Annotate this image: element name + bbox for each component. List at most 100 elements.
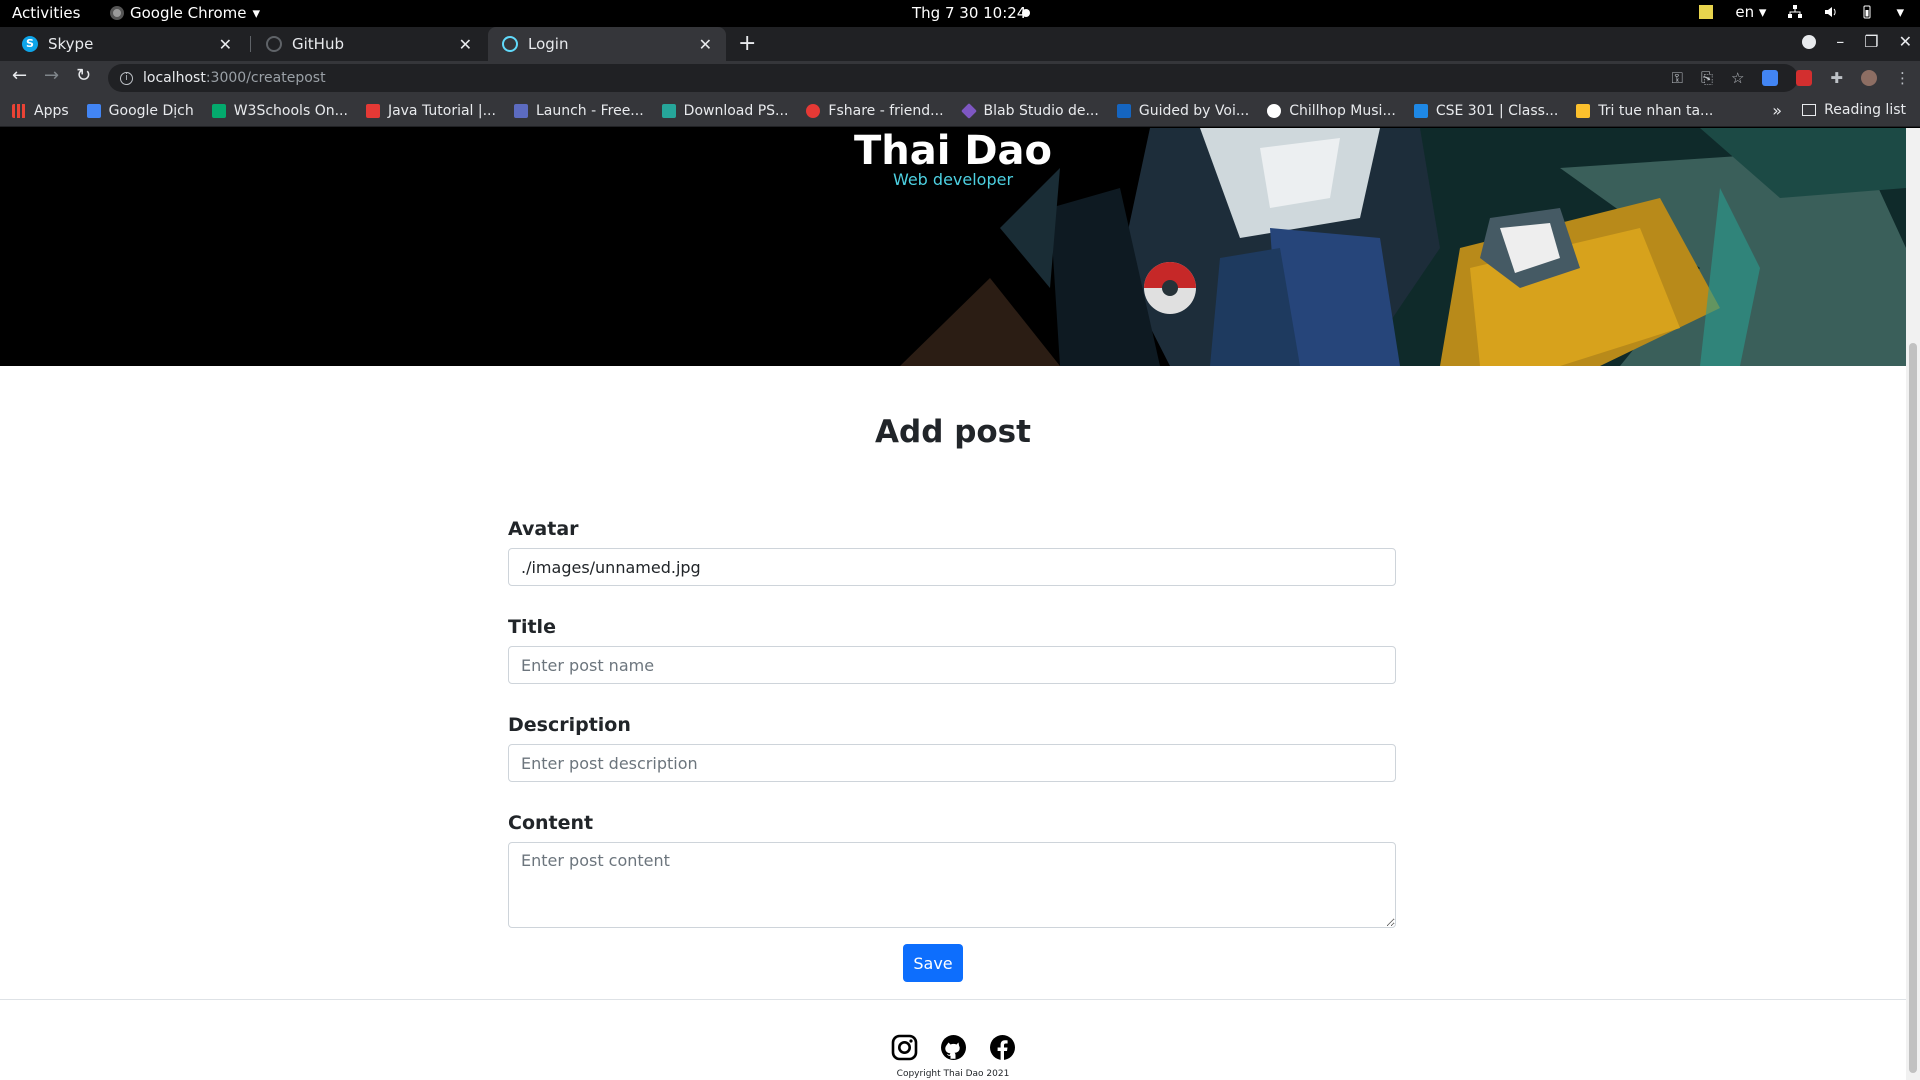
avatar-label: Avatar bbox=[508, 518, 579, 540]
instagram-icon[interactable] bbox=[891, 1034, 918, 1061]
bookmark-label: Download PS... bbox=[683, 102, 789, 119]
bookmark-guided-by-voices[interactable]: Guided by Voi... bbox=[1116, 102, 1250, 119]
bookmark-cse-301[interactable]: CSE 301 | Class... bbox=[1413, 102, 1559, 119]
new-tab-plus-icon[interactable]: + bbox=[738, 31, 756, 56]
chevron-double-right-icon[interactable]: » bbox=[1772, 101, 1782, 120]
reload-icon[interactable]: ↻ bbox=[76, 65, 91, 86]
reading-list-label: Reading list bbox=[1824, 102, 1906, 118]
footer-divider bbox=[0, 999, 1906, 1000]
bookmark-tri-tue-nhan-tao[interactable]: Tri tue nhan ta... bbox=[1576, 103, 1713, 119]
tab-strip: S Skype ✕ GitHub ✕ Login ✕ + – ❐ ✕ bbox=[0, 27, 1920, 61]
bookmark-label: Guided by Voi... bbox=[1138, 102, 1250, 119]
guided-icon bbox=[1116, 103, 1131, 118]
bookmark-label: Blab Studio de... bbox=[983, 102, 1099, 119]
avatar-input[interactable] bbox=[508, 548, 1396, 586]
bookmark-fshare[interactable]: Fshare - friend... bbox=[806, 102, 944, 119]
system-menu-chevron-icon[interactable]: ▾ bbox=[1896, 3, 1904, 21]
address-host: localhost bbox=[143, 70, 206, 86]
description-label: Description bbox=[508, 714, 631, 736]
java-icon bbox=[365, 103, 380, 118]
kebab-menu-icon[interactable]: ⋮ bbox=[1895, 69, 1910, 87]
bookmark-label: CSE 301 | Class... bbox=[1435, 102, 1559, 119]
activities-button[interactable]: Activities bbox=[12, 4, 80, 22]
github-icon[interactable] bbox=[940, 1034, 967, 1061]
network-icon[interactable] bbox=[1788, 5, 1803, 19]
facebook-icon[interactable] bbox=[989, 1034, 1016, 1061]
system-top-bar: Activities Google Chrome ▾ Thg 7 30 10:2… bbox=[0, 0, 1920, 27]
back-arrow-icon[interactable]: ← bbox=[12, 65, 27, 86]
language-label: en bbox=[1735, 3, 1755, 21]
w3-icon bbox=[513, 103, 528, 118]
hero-role: Web developer bbox=[892, 170, 1014, 189]
blab-icon bbox=[960, 102, 977, 119]
address-bar[interactable]: i localhost:3000/createpost bbox=[108, 64, 1798, 92]
recording-indicator-icon bbox=[1022, 9, 1030, 17]
bookmark-label: Chillhop Musi... bbox=[1289, 102, 1396, 119]
extension-red-icon[interactable] bbox=[1796, 70, 1813, 86]
key-icon[interactable]: ⚿ bbox=[1672, 69, 1683, 87]
toolbar-actions: ⚿ ⎘ ☆ ✚ ⋮ bbox=[1672, 69, 1910, 87]
window-controls: – ❐ ✕ bbox=[1802, 32, 1912, 51]
content-textarea[interactable] bbox=[508, 842, 1396, 928]
close-icon[interactable]: ✕ bbox=[459, 35, 472, 54]
google-translate-icon bbox=[86, 103, 101, 118]
cse-icon bbox=[1413, 103, 1428, 118]
bookmark-w3schools[interactable]: W3Schools On... bbox=[211, 102, 348, 119]
copyright-text: Copyright Thai Dao 2021 bbox=[896, 1069, 1010, 1079]
save-button[interactable]: Save bbox=[903, 944, 963, 982]
tab-title: Login bbox=[528, 35, 569, 53]
tab-login[interactable]: Login ✕ bbox=[488, 27, 726, 61]
bookmark-chillhop[interactable]: Chillhop Musi... bbox=[1267, 103, 1396, 119]
apps-grid-icon bbox=[12, 103, 26, 118]
tab-title: GitHub bbox=[292, 35, 344, 53]
bookmark-launch[interactable]: Launch - Free... bbox=[513, 103, 644, 119]
page-scrollbar[interactable] bbox=[1906, 128, 1920, 1080]
puzzle-extensions-icon[interactable]: ✚ bbox=[1830, 69, 1843, 87]
bookmark-google-dich[interactable]: Google Dịch bbox=[86, 103, 194, 119]
system-clock[interactable]: Thg 7 30 10:24 bbox=[912, 4, 1026, 22]
title-label: Title bbox=[508, 616, 556, 638]
reading-list-icon bbox=[1802, 104, 1817, 116]
sticky-note-icon[interactable] bbox=[1699, 5, 1714, 19]
hero-name: Thai Dao bbox=[853, 128, 1053, 174]
close-icon[interactable]: ✕ bbox=[699, 35, 712, 54]
tab-skype[interactable]: S Skype ✕ bbox=[8, 27, 246, 61]
chevron-down-icon: ▾ bbox=[252, 4, 261, 22]
social-links bbox=[0, 1034, 1906, 1061]
reading-list-button[interactable]: Reading list bbox=[1802, 102, 1906, 118]
close-window-icon[interactable]: ✕ bbox=[1899, 32, 1912, 51]
scrollbar-thumb[interactable] bbox=[1909, 343, 1917, 1073]
bookmark-java-tutorial[interactable]: Java Tutorial |... bbox=[365, 102, 496, 119]
avatar[interactable] bbox=[1861, 70, 1877, 86]
bookmark-label: Java Tutorial |... bbox=[387, 102, 496, 119]
address-path: :3000/createpost bbox=[205, 70, 326, 86]
restore-icon[interactable]: ❐ bbox=[1864, 32, 1878, 51]
bookmark-apps[interactable]: Apps bbox=[12, 103, 69, 119]
w3schools-icon bbox=[211, 103, 226, 118]
star-icon[interactable]: ☆ bbox=[1731, 69, 1744, 87]
volume-icon[interactable] bbox=[1824, 5, 1838, 19]
forward-arrow-icon[interactable]: → bbox=[44, 65, 59, 86]
chillhop-icon bbox=[1267, 103, 1282, 118]
translate-icon[interactable]: ⎘ bbox=[1701, 69, 1713, 87]
content-label: Content bbox=[508, 812, 594, 834]
tab-github[interactable]: GitHub ✕ bbox=[252, 27, 486, 61]
tab-title: Skype bbox=[48, 35, 94, 53]
title-input[interactable] bbox=[508, 646, 1396, 684]
bookmark-download-ps[interactable]: Download PS... bbox=[661, 102, 789, 119]
bookmark-label: W3Schools On... bbox=[233, 102, 348, 119]
bookmark-label: Apps bbox=[34, 102, 69, 119]
hero-banner: Thai Dao Web developer bbox=[0, 128, 1906, 366]
description-input[interactable] bbox=[508, 744, 1396, 782]
bookmark-blab-studio[interactable]: Blab Studio de... bbox=[960, 102, 1099, 119]
google-translate-extension-icon[interactable] bbox=[1762, 70, 1779, 86]
site-info-icon[interactable]: i bbox=[120, 71, 133, 85]
battery-icon[interactable] bbox=[1860, 5, 1874, 19]
minimize-icon[interactable]: – bbox=[1836, 32, 1844, 51]
tab-separator bbox=[250, 36, 251, 52]
app-menu[interactable]: Google Chrome ▾ bbox=[110, 4, 260, 22]
tab-search-icon[interactable] bbox=[1802, 34, 1817, 49]
close-icon[interactable]: ✕ bbox=[219, 35, 232, 54]
language-indicator[interactable]: en ▾ bbox=[1735, 3, 1766, 21]
bookmark-label: Fshare - friend... bbox=[828, 102, 944, 119]
